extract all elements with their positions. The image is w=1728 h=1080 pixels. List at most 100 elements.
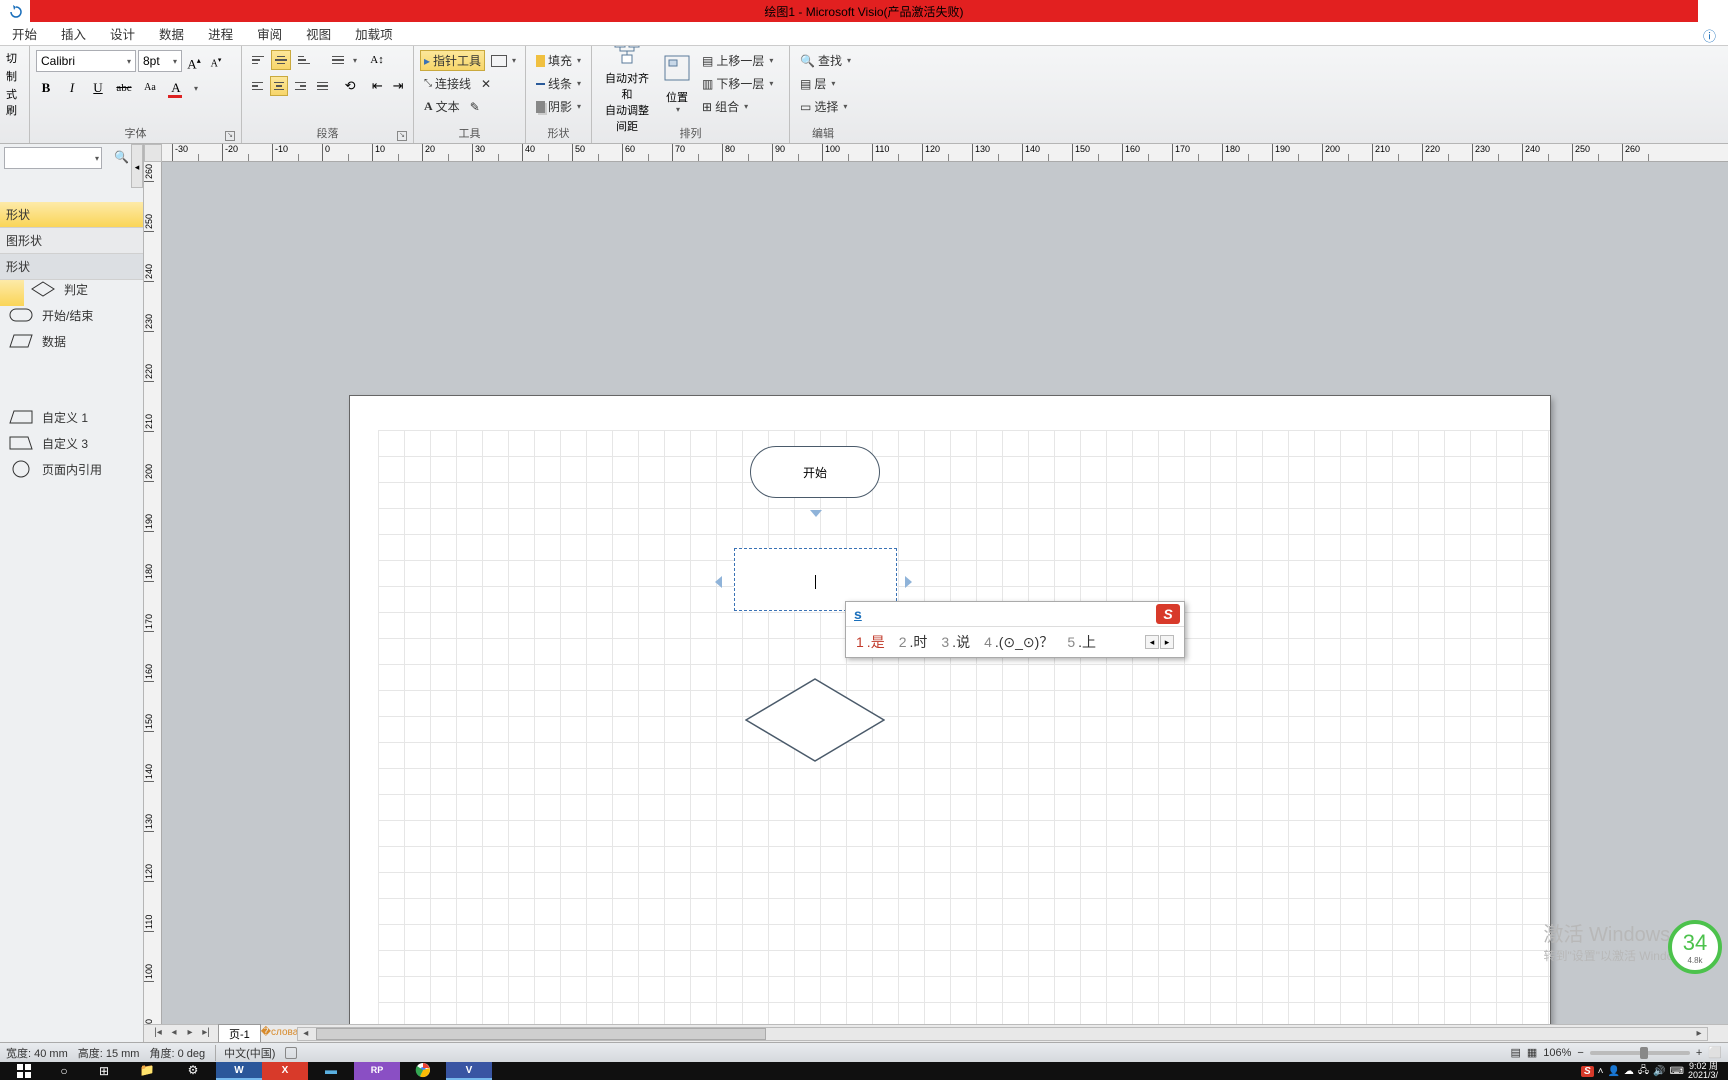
zoom-level[interactable]: 106% (1543, 1047, 1571, 1059)
tray-volume-icon[interactable]: 🔊 (1653, 1066, 1665, 1077)
zoom-out-button[interactable]: − (1577, 1047, 1583, 1059)
ime-cand-3[interactable]: 3.说 (941, 632, 970, 652)
zoom-slider[interactable] (1590, 1051, 1690, 1055)
sogou-tray-icon[interactable]: S (1581, 1066, 1594, 1077)
shape-terminator[interactable]: 开始/结束 (0, 302, 143, 328)
ink-tool-button[interactable]: ✎ (466, 98, 484, 116)
rotate-text-button[interactable]: ⟲ (341, 76, 359, 96)
shape-pageref[interactable]: 页面内引用 (0, 456, 143, 482)
bullets-button[interactable] (328, 50, 348, 70)
align-middle-button[interactable] (271, 50, 291, 70)
text-tool-button[interactable]: A文本 (420, 96, 464, 117)
cortana-button[interactable]: ○ (44, 1062, 84, 1080)
explorer-app[interactable]: 📁 (124, 1062, 170, 1080)
view-full-icon[interactable]: ▦ (1527, 1046, 1537, 1059)
shrink-font-button[interactable]: A▾ (206, 51, 226, 71)
ime-cand-2[interactable]: 2.时 (899, 632, 928, 652)
orientation-button[interactable]: A↕ (367, 50, 387, 70)
autoconnect-down-arrow[interactable] (810, 510, 822, 517)
page-nav-prev[interactable]: ◂ (166, 1027, 182, 1041)
align-justify-button[interactable] (313, 76, 332, 96)
font-color-dd[interactable]: ▾ (194, 84, 198, 93)
align-left-button[interactable] (248, 76, 267, 96)
qat-undo-icon[interactable] (0, 0, 30, 22)
shapes-category-1[interactable]: 形状 (0, 202, 143, 228)
send-backward-button[interactable]: ▥下移一层▾ (698, 73, 777, 94)
flowchart-terminator-start[interactable]: 开始 (750, 446, 880, 498)
tray-people-icon[interactable]: 👤 (1607, 1066, 1619, 1077)
painter-button[interactable]: 式刷 (6, 86, 23, 118)
connector-tool-button[interactable]: ⤡连接线 (420, 73, 475, 94)
align-top-button[interactable] (248, 50, 268, 70)
axure-app[interactable]: RP (354, 1062, 400, 1080)
find-button[interactable]: 🔍查找▾ (796, 50, 850, 71)
status-language[interactable]: 中文(中国) (215, 1045, 275, 1061)
fit-page-button[interactable]: ⬜ (1708, 1046, 1722, 1059)
shapes-search-combo[interactable]: ▾ (4, 147, 102, 169)
ime-next-button[interactable]: ▸ (1160, 635, 1174, 649)
underline-button[interactable]: U (88, 78, 108, 98)
bold-button[interactable]: B (36, 78, 56, 98)
tray-chevron-icon[interactable]: ˄ (1598, 1066, 1604, 1077)
para-launcher[interactable]: ↘ (397, 131, 407, 141)
hscroll-right[interactable]: ▸ (1691, 1028, 1707, 1042)
grow-font-button[interactable]: A▴ (184, 51, 204, 71)
view-normal-icon[interactable]: ▤ (1510, 1046, 1520, 1059)
font-launcher[interactable]: ↘ (225, 131, 235, 141)
notes-app[interactable]: ▬ (308, 1062, 354, 1080)
align-right-button[interactable] (291, 76, 310, 96)
autoconnect-right-arrow[interactable] (905, 576, 912, 588)
start-button[interactable] (4, 1062, 44, 1080)
taskbar-clock[interactable]: 9:02 周 2021/3/ (1688, 1062, 1718, 1080)
page-tab-1[interactable]: 页-1 (218, 1024, 261, 1043)
visio-app[interactable]: V (446, 1062, 492, 1080)
tray-network-icon[interactable]: 🖧 (1638, 1063, 1649, 1080)
strike-button[interactable]: abc (114, 78, 134, 98)
page-nav-last[interactable]: ▸| (198, 1027, 214, 1041)
cut-button[interactable]: 切 (6, 50, 23, 66)
autoconnect-left-arrow[interactable] (715, 576, 722, 588)
group-button[interactable]: ⊞组合▾ (698, 96, 777, 117)
hscroll-left[interactable]: ◂ (298, 1028, 314, 1042)
copy-button[interactable]: 制 (6, 68, 23, 84)
bullets-dd[interactable]: ▾ (353, 56, 357, 65)
bring-forward-button[interactable]: ▤上移一层▾ (698, 50, 777, 71)
ime-cand-4[interactable]: 4.(⊙_⊙)？ (984, 632, 1053, 652)
indent-inc-button[interactable]: ⇥ (389, 76, 407, 96)
tray-ime-icon[interactable]: ⌨ (1670, 1066, 1684, 1077)
page-nav-first[interactable]: |◂ (150, 1027, 166, 1041)
shadow-button[interactable]: 阴影▾ (532, 96, 585, 117)
tab-home[interactable]: 开始 (0, 20, 49, 47)
shape-data[interactable]: 数据 (0, 328, 143, 354)
zoom-in-button[interactable]: + (1696, 1047, 1702, 1059)
tab-view[interactable]: 视图 (294, 20, 343, 47)
font-name-combo[interactable]: Calibri▾ (36, 50, 136, 72)
vertical-ruler[interactable]: 2602502402302202102001901801701601501401… (144, 162, 162, 1024)
font-size-combo[interactable]: 8pt▾ (138, 50, 182, 72)
ribbon-min-icon[interactable]: ⓘ (1703, 26, 1716, 45)
tab-addins[interactable]: 加载项 (343, 20, 405, 47)
rect-tool-button[interactable]: ▾ (487, 53, 520, 69)
select-button[interactable]: ▭选择▾ (796, 96, 850, 117)
search-icon[interactable]: 🔍 (114, 150, 129, 164)
record-macro-icon[interactable] (285, 1047, 297, 1059)
position-button[interactable]: 位置▾ (658, 50, 696, 118)
chrome-app[interactable] (400, 1062, 446, 1080)
horizontal-ruler[interactable]: -160-150-140-130-120-110-100-90-80-70-60… (162, 144, 1728, 162)
ime-prev-button[interactable]: ◂ (1145, 635, 1159, 649)
hscroll-thumb[interactable] (316, 1028, 766, 1040)
indent-dec-button[interactable]: ⇤ (368, 76, 386, 96)
autoalign-button[interactable]: 自动对齐和 自动调整间距 (598, 50, 656, 118)
ime-cand-1[interactable]: 1.是 (856, 632, 885, 652)
tab-design[interactable]: 设计 (98, 20, 147, 47)
panel-collapse-button[interactable]: ◂ (131, 144, 143, 188)
font-color-button[interactable]: A (166, 78, 186, 98)
flowchart-decision[interactable] (745, 678, 885, 762)
horizontal-scrollbar[interactable]: ◂ ▸ (297, 1027, 1708, 1041)
shape-custom1[interactable]: 自定义 1 (0, 404, 143, 430)
drawing-page[interactable]: 开始 (350, 396, 1550, 1024)
ime-cand-5[interactable]: 5.上 (1067, 632, 1096, 652)
tray-cloud-icon[interactable]: ☁ (1624, 1066, 1634, 1077)
pointer-tool-button[interactable]: ▸指针工具 (420, 50, 485, 71)
case-button[interactable]: Aa (140, 78, 160, 98)
